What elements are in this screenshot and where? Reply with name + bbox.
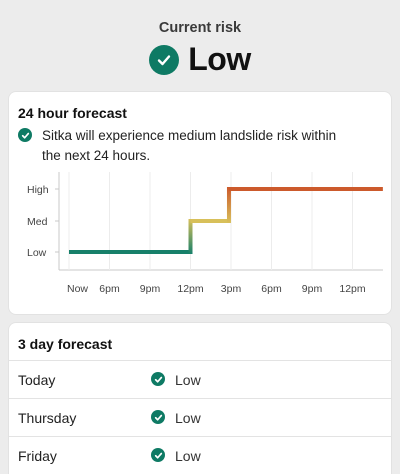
forecast-day-label: Today <box>18 372 56 388</box>
forecast-24h-card: 24 hour forecast Sitka will experience m… <box>9 92 391 314</box>
x-tick-label: 6pm <box>99 283 120 295</box>
forecast-24h-title: 24 hour forecast <box>18 105 127 121</box>
forecast-row-today: Today Low <box>9 360 391 398</box>
y-tick-label: High <box>27 184 49 196</box>
forecast-risk-value: Low <box>175 372 201 388</box>
forecast-24h-note-text: Sitka will experience medium landslide r… <box>42 128 337 163</box>
forecast-risk-value: Low <box>175 448 201 464</box>
y-tick-label: Low <box>27 247 47 259</box>
check-circle-icon <box>151 410 165 424</box>
risk-step-chart: Now 6pm 9pm 12pm 3pm 6pm 9pm 12pm Low Med High <box>27 172 383 295</box>
y-tick-label: Med <box>27 216 48 228</box>
x-tick-label: 3pm <box>221 283 242 295</box>
check-circle-icon <box>151 372 165 386</box>
x-tick-label: 9pm <box>140 283 161 295</box>
forecast-day-label: Thursday <box>18 410 77 426</box>
forecast-24h-note: Sitka will experience medium landslide r… <box>18 126 342 166</box>
forecast-3day-card: 3 day forecast Today Low Thursday Low Fr… <box>9 323 391 474</box>
x-tick-label: 12pm <box>177 283 204 295</box>
check-circle-icon <box>149 44 180 75</box>
forecast-day-label: Friday <box>18 448 57 464</box>
current-risk-status: Low <box>0 41 400 78</box>
forecast-row-thursday: Thursday Low <box>9 398 391 436</box>
forecast-risk-value: Low <box>175 410 201 426</box>
series-transition <box>226 187 231 223</box>
forecast-row-friday: Friday Low <box>9 436 391 474</box>
check-circle-icon <box>18 128 32 142</box>
x-tick-label: 12pm <box>339 283 366 295</box>
check-circle-icon <box>151 448 165 462</box>
x-tick-label: Now <box>67 283 88 295</box>
x-tick-label: 6pm <box>261 283 282 295</box>
series-transition <box>188 219 193 254</box>
x-tick-label: 9pm <box>302 283 323 295</box>
current-risk-label: Current risk <box>158 20 242 36</box>
current-risk-value: Low <box>188 41 251 77</box>
forecast-3day-title: 3 day forecast <box>18 336 113 352</box>
